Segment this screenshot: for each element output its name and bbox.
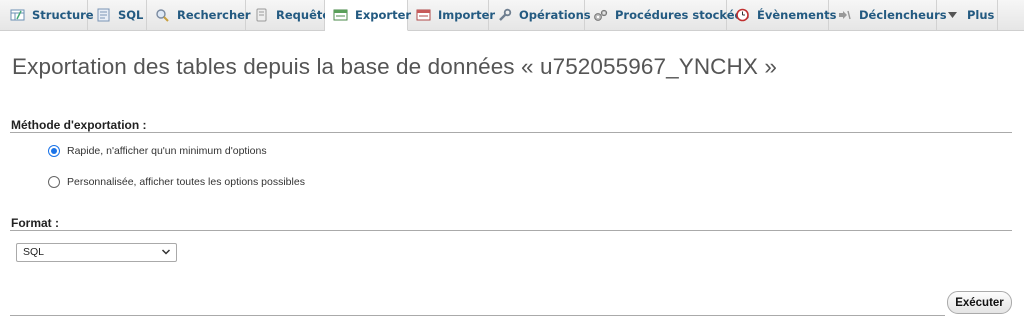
sql-icon <box>96 8 111 22</box>
tab-operations[interactable]: Opérations <box>489 0 591 30</box>
tab-label: SQL <box>118 8 144 22</box>
tab-label: Opérations <box>519 8 591 22</box>
page-title: Exportation des tables depuis la base de… <box>12 54 777 79</box>
divider <box>10 230 1012 231</box>
tab-evenements[interactable]: Évènements <box>727 0 836 30</box>
format-select-value: SQL <box>23 246 45 258</box>
structure-icon <box>10 8 25 22</box>
tab-requete[interactable]: Requête <box>246 0 330 30</box>
tab-procedures[interactable]: Procédures stockées <box>585 0 749 30</box>
tab-label: Évènements <box>757 8 837 22</box>
tab-bar: Structure SQL Rechercher Requête Exporte… <box>0 0 1024 31</box>
tab-sql[interactable]: SQL <box>88 0 147 30</box>
import-icon <box>416 8 431 22</box>
wrench-icon <box>497 8 512 22</box>
tab-label: Plus <box>967 8 995 22</box>
tab-label: Exporter <box>355 8 412 22</box>
search-icon <box>155 8 170 22</box>
clock-icon <box>735 8 750 22</box>
chevron-down-icon <box>161 246 171 258</box>
tab-label: Structure <box>32 8 94 22</box>
tab-rechercher[interactable]: Rechercher <box>147 0 251 30</box>
divider <box>10 315 945 316</box>
gears-icon <box>593 8 608 22</box>
tab-structure[interactable]: Structure <box>2 0 94 30</box>
radio-button[interactable] <box>48 176 60 188</box>
format-heading: Format : <box>11 216 59 230</box>
tab-label: Rechercher <box>177 8 251 22</box>
radio-label: Personnalisée, afficher toutes les optio… <box>67 176 305 188</box>
tab-exporter[interactable]: Exporter <box>325 0 412 31</box>
tab-importer[interactable]: Importer <box>408 0 495 30</box>
tab-plus[interactable]: Plus <box>937 0 998 30</box>
tab-label: Requête <box>276 8 331 22</box>
export-method-heading: Méthode d'exportation : <box>11 118 147 132</box>
trigger-icon <box>837 8 852 22</box>
tab-label: Importer <box>438 8 496 22</box>
format-select[interactable]: SQL <box>16 243 177 262</box>
tab-declencheurs[interactable]: Déclencheurs <box>829 0 947 30</box>
radio-quick[interactable]: Rapide, n'afficher qu'un minimum d'optio… <box>48 145 267 157</box>
caret-down-icon <box>945 8 960 22</box>
tab-label: Déclencheurs <box>859 8 947 22</box>
divider <box>10 132 1012 133</box>
execute-button[interactable]: Exécuter <box>947 291 1012 314</box>
radio-label: Rapide, n'afficher qu'un minimum d'optio… <box>67 145 267 157</box>
radio-custom[interactable]: Personnalisée, afficher toutes les optio… <box>48 176 305 188</box>
export-icon <box>333 8 348 22</box>
query-icon <box>254 8 269 22</box>
radio-button[interactable] <box>48 145 60 157</box>
